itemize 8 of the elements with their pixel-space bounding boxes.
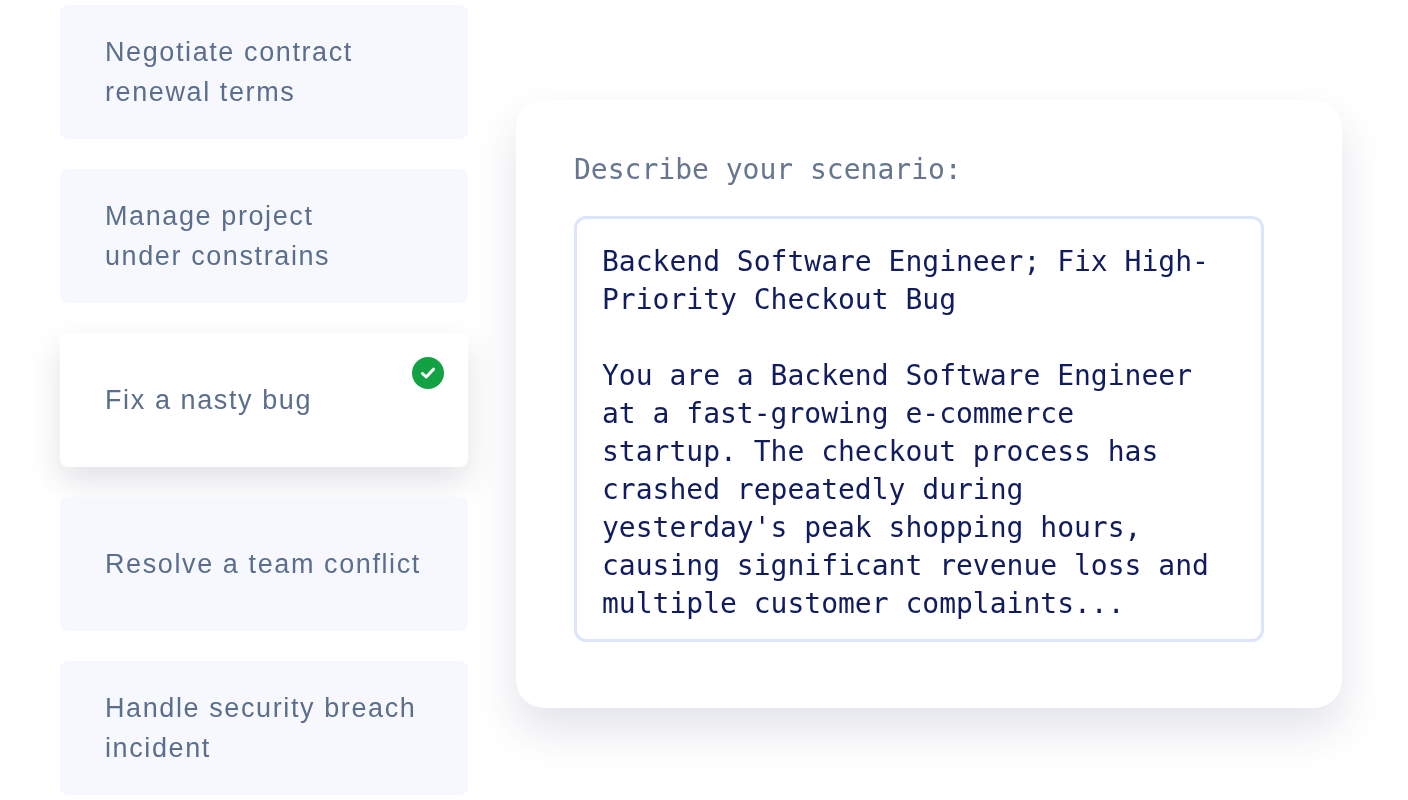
check-icon (412, 357, 444, 389)
scenario-label: Describe your scenario: (574, 152, 962, 188)
scenario-card[interactable]: Resolve a team conflict (60, 497, 468, 631)
scenario-text-field[interactable]: Backend Software Engineer; Fix High-Priority Checkout Bug You are a Backend Software Engineer at a fast-growing e-commerce startup. The checkout process has crashed repeatedly during yesterday's peak shopping hours, causing significant revenue loss and multiple customer complaints... (574, 216, 1264, 642)
scenario-card[interactable]: Manage project under constrains (60, 169, 468, 303)
scenario-card[interactable]: Handle security breach incident (60, 661, 468, 795)
scenario-card[interactable]: Negotiate contract renewal terms (60, 5, 468, 139)
scenario-card[interactable]: Fix a nasty bug (60, 333, 468, 467)
